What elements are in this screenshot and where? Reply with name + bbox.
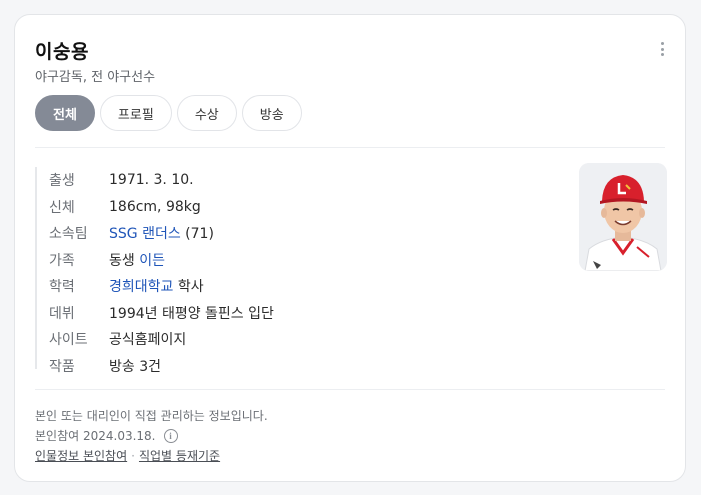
- profile-photo[interactable]: [579, 163, 667, 271]
- info-row-team: 소속팀 SSG 랜더스 (71): [49, 220, 274, 247]
- info-row-site: 사이트 공식홈페이지: [49, 326, 274, 353]
- info-label: 데뷔: [49, 305, 75, 322]
- homepage-link[interactable]: 공식홈페이지: [109, 329, 186, 349]
- debut-value: 1994년 태평양 돌핀스 입단: [109, 305, 274, 322]
- participation-date-row: 본인참여 2024.03.18. i: [35, 427, 178, 444]
- info-label: 학력: [49, 279, 75, 296]
- tab-all[interactable]: 전체: [35, 95, 95, 131]
- info-row-works: 작품 방송 3건: [49, 353, 274, 380]
- team-link[interactable]: SSG 랜더스: [109, 226, 181, 242]
- info-label: 작품: [49, 358, 75, 375]
- body-value: 186cm, 98kg: [109, 198, 201, 215]
- more-vertical-icon[interactable]: [657, 39, 667, 59]
- tab-bar: 전체 프로필 수상 방송: [35, 95, 302, 131]
- info-label: 출생: [49, 173, 75, 190]
- divider-top: [35, 147, 665, 148]
- tab-broadcast[interactable]: 방송: [241, 95, 302, 131]
- team-number: (71): [180, 226, 214, 243]
- info-label: 사이트: [49, 332, 88, 349]
- family-link[interactable]: 이든: [139, 253, 165, 269]
- person-info-participate-link[interactable]: 인물정보 본인참여: [35, 447, 127, 464]
- info-circle-icon[interactable]: i: [163, 428, 178, 443]
- listing-criteria-link[interactable]: 직업별 등재기준: [139, 447, 220, 464]
- tab-awards[interactable]: 수상: [176, 95, 237, 131]
- education-link[interactable]: 경희대학교: [109, 279, 173, 295]
- info-label: 신체: [49, 199, 75, 216]
- family-relation: 동생: [109, 252, 140, 269]
- info-list: 출생 1971. 3. 10. 신체 186cm, 98kg 소속팀 SSG 랜…: [35, 167, 274, 375]
- info-label: 가족: [49, 252, 75, 269]
- info-row-debut: 데뷔 1994년 태평양 돌핀스 입단: [49, 300, 274, 327]
- tab-profile[interactable]: 프로필: [99, 95, 172, 131]
- person-description: 야구감독, 전 야구선수: [35, 70, 156, 85]
- info-label: 소속팀: [49, 226, 88, 243]
- info-row-birth: 출생 1971. 3. 10.: [49, 167, 274, 194]
- profile-card: 이숭용 야구감독, 전 야구선수 전체 프로필 수상 방송 출생 1971. 3…: [14, 14, 686, 482]
- info-row-body: 신체 186cm, 98kg: [49, 194, 274, 221]
- footer-links: 인물정보 본인참여 · 직업별 등재기준: [35, 447, 220, 464]
- managed-note: 본인 또는 대리인이 직접 관리하는 정보입니다.: [35, 409, 268, 423]
- works-link[interactable]: 방송 3건: [109, 356, 161, 376]
- degree: 학사: [173, 279, 204, 296]
- family-value: 동생 이든: [109, 250, 165, 270]
- birth-value: 1971. 3. 10.: [109, 172, 194, 189]
- person-name: 이숭용: [35, 41, 89, 63]
- link-separator: ·: [131, 448, 135, 463]
- team-value: SSG 랜더스 (71): [109, 223, 214, 243]
- participation-date: 본인참여 2024.03.18.: [35, 429, 156, 443]
- info-row-family: 가족 동생 이든: [49, 247, 274, 274]
- info-row-education: 학력 경희대학교 학사: [49, 273, 274, 300]
- divider-bottom: [35, 389, 665, 390]
- education-value: 경희대학교 학사: [109, 276, 204, 296]
